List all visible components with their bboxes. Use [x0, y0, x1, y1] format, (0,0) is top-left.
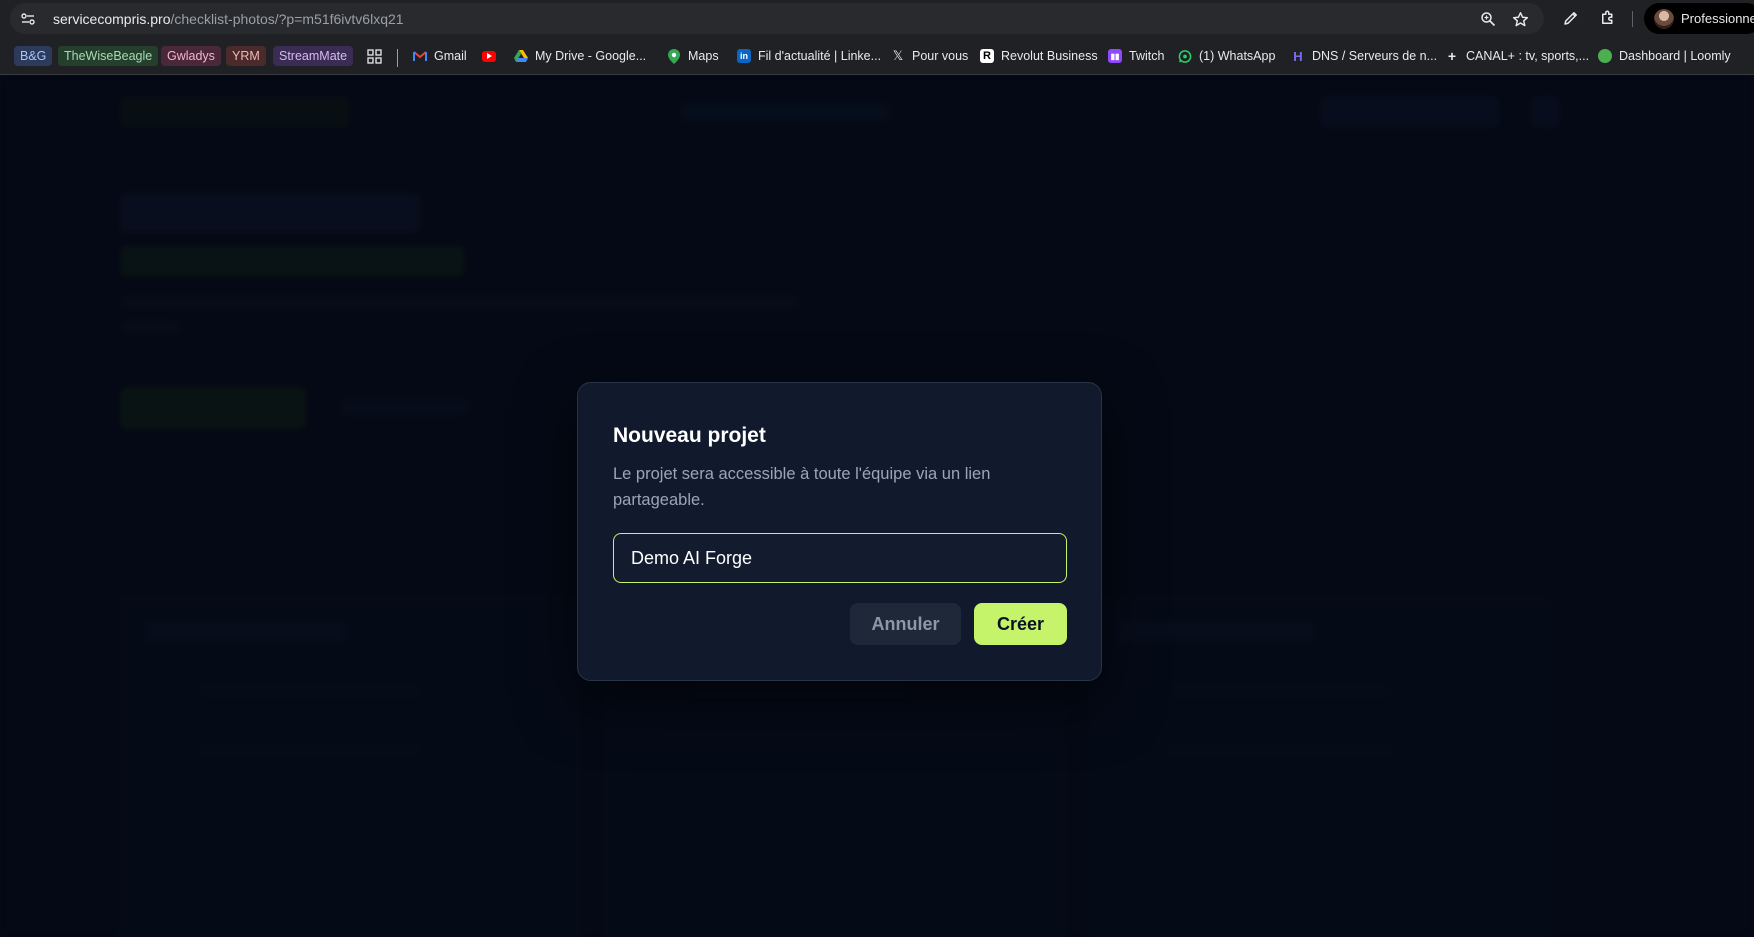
- bookmark-label: Fil d'actualité | Linke...: [758, 49, 882, 63]
- bookmarks-bar: B&G TheWiseBeagle Gwladys YRM StreamMate…: [0, 37, 1754, 75]
- create-button[interactable]: Créer: [974, 603, 1067, 645]
- omnibox[interactable]: servicecompris.pro/checklist-photos/?p=m…: [10, 3, 1544, 34]
- bookmark-label: CANAL+ : tv, sports,...: [1466, 49, 1590, 63]
- twitch-icon: ▮▮: [1108, 49, 1122, 63]
- apps-grid-icon[interactable]: [367, 45, 382, 67]
- extensions-icon[interactable]: [1598, 8, 1618, 28]
- revolut-icon: R: [980, 49, 994, 63]
- bookmark-chip-bg[interactable]: B&G: [14, 46, 53, 66]
- zoom-icon[interactable]: [1478, 9, 1498, 29]
- bookmark-loomly[interactable]: Dashboard | Loomly: [1598, 45, 1731, 67]
- canal-icon: +: [1447, 48, 1457, 64]
- bookmark-label: Maps: [688, 49, 719, 63]
- bookmark-label: Dashboard | Loomly: [1619, 49, 1731, 63]
- profile-button[interactable]: Professionnel: [1644, 3, 1754, 34]
- browser-address-bar: servicecompris.pro/checklist-photos/?p=m…: [0, 0, 1754, 37]
- bookmark-label: (1) WhatsApp: [1199, 49, 1276, 63]
- bookmark-dns[interactable]: H DNS / Serveurs de n...: [1291, 45, 1437, 67]
- bookmark-canal[interactable]: + CANAL+ : tv, sports,...: [1445, 45, 1589, 67]
- cancel-button[interactable]: Annuler: [850, 603, 961, 645]
- bookmark-label: DNS / Serveurs de n...: [1312, 49, 1438, 63]
- bookmark-label: Gmail: [434, 49, 467, 63]
- bookmark-gmail[interactable]: Gmail: [413, 45, 467, 67]
- youtube-icon: [482, 50, 496, 62]
- bookmark-whatsapp[interactable]: (1) WhatsApp: [1178, 45, 1275, 67]
- whatsapp-icon: [1178, 49, 1192, 63]
- bookmark-drive[interactable]: My Drive - Google...: [514, 45, 646, 67]
- gmail-icon: [413, 49, 427, 63]
- bookmark-label: Twitch: [1129, 49, 1165, 63]
- bookmarks-divider: [397, 49, 398, 67]
- bookmark-label: My Drive - Google...: [535, 49, 647, 63]
- dns-icon: H: [1293, 48, 1303, 64]
- bookmark-maps[interactable]: Maps: [667, 45, 719, 67]
- bookmark-twitch[interactable]: ▮▮ Twitch: [1108, 45, 1164, 67]
- avatar: [1654, 8, 1674, 29]
- new-project-dialog: Nouveau projet Le projet sera accessible…: [577, 382, 1102, 681]
- dialog-title: Nouveau projet: [613, 424, 766, 447]
- project-name-input[interactable]: [613, 533, 1067, 583]
- linkedin-icon: in: [737, 49, 751, 63]
- url-path: /checklist-photos/?p=m51f6ivtv6lxq21: [170, 10, 404, 27]
- bookmark-revolut[interactable]: R Revolut Business: [980, 45, 1098, 67]
- x-icon: 𝕏: [892, 48, 904, 63]
- site-info-icon[interactable]: [18, 9, 38, 29]
- url-text[interactable]: servicecompris.pro/checklist-photos/?p=m…: [53, 11, 404, 27]
- url-host: servicecompris.pro: [53, 10, 171, 27]
- maps-icon: [667, 48, 681, 64]
- bookmark-label: Pour vous: [912, 49, 969, 63]
- bookmark-label: Revolut Business: [1001, 49, 1098, 63]
- drive-icon: [514, 49, 528, 63]
- dialog-description: Le projet sera accessible à toute l'équi…: [613, 465, 991, 509]
- profile-label: Professionnel: [1681, 11, 1754, 26]
- pen-icon[interactable]: [1561, 8, 1581, 28]
- bookmark-chip-yrm[interactable]: YRM: [226, 46, 266, 66]
- bookmark-x[interactable]: 𝕏 Pour vous: [891, 45, 969, 67]
- bookmark-chip-streammate[interactable]: StreamMate: [273, 46, 354, 66]
- bookmark-youtube[interactable]: [482, 45, 503, 67]
- bookmark-star-icon[interactable]: [1510, 9, 1530, 29]
- bookmark-chip-thewisebeagle[interactable]: TheWiseBeagle: [58, 46, 159, 66]
- toolbar-divider: [1632, 11, 1633, 27]
- bookmark-linkedin[interactable]: in Fil d'actualité | Linke...: [737, 45, 881, 67]
- bookmark-chip-gwladys[interactable]: Gwladys: [161, 46, 221, 66]
- loomly-icon: [1598, 49, 1612, 63]
